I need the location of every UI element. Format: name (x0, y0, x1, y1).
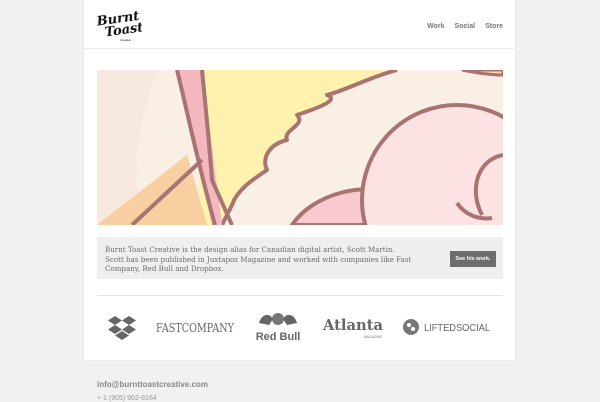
site-footer: info@burnttoastcreative.com + 1 (905) 90… (97, 380, 208, 402)
nav-item-store[interactable]: Store (485, 23, 503, 30)
see-work-button[interactable]: See his work. (450, 251, 496, 267)
contact-email-link[interactable]: info@burnttoastcreative.com (97, 380, 208, 389)
logo-word-creative: Creative (120, 38, 132, 42)
site-header: Burnt Toast Creative Work Social Store (84, 2, 515, 49)
liftedsocial-text: LIFTEDSOCIAL (424, 323, 490, 334)
main-nav: Work Social Store (427, 23, 503, 30)
liftedsocial-logo: LIFTEDSOCIAL (402, 317, 492, 337)
fastcompany-logo: FASTCOMPANY (155, 319, 235, 337)
atlanta-sub-text: MAGAZINE (364, 335, 383, 339)
fastcompany-text: FASTCOMPANY (156, 321, 235, 335)
redbull-text: Red Bull (256, 331, 300, 343)
divider (97, 295, 503, 296)
redbull-logo: Red Bull (256, 309, 300, 345)
intro-text: Burnt Toast Creative is the design alias… (105, 245, 412, 273)
nav-item-social[interactable]: Social (454, 23, 475, 30)
hero-illustration (97, 70, 503, 225)
client-logos: FASTCOMPANY Red Bull Atlanta MAGAZINE LI… (84, 305, 515, 350)
liftedsocial-icon (403, 319, 419, 335)
contact-phone: + 1 (905) 902-8164 (97, 395, 157, 402)
atlanta-text: Atlanta (322, 316, 383, 334)
dropbox-logo (108, 314, 136, 342)
atlanta-logo: Atlanta MAGAZINE (322, 315, 384, 341)
brand-logo[interactable]: Burnt Toast Creative (95, 9, 145, 42)
dropbox-icon (108, 316, 136, 340)
intro-box: Burnt Toast Creative is the design alias… (97, 237, 503, 279)
main-card: Burnt Toast Creative Work Social Store B… (84, 0, 515, 360)
nav-item-work[interactable]: Work (427, 23, 444, 30)
